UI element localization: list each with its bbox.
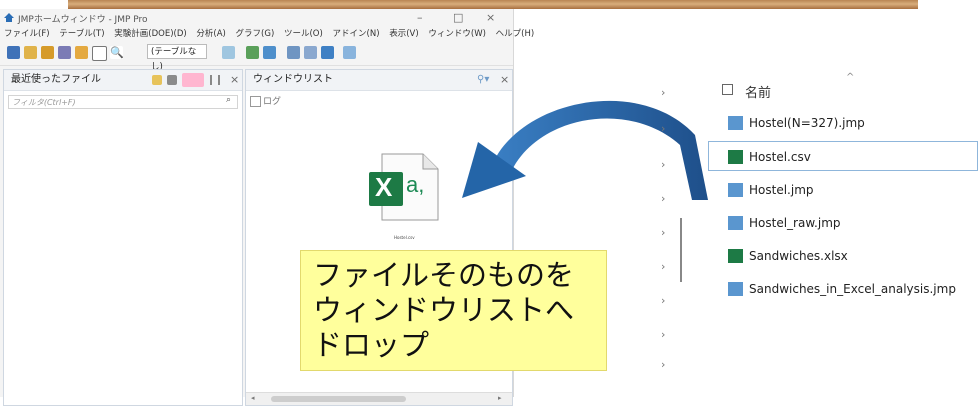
expand-chevron-icon[interactable]: › (661, 158, 665, 171)
recent-files-header: 最近使ったファイル × (4, 70, 242, 91)
maximize-button[interactable]: □ (453, 11, 463, 24)
jmp-file-icon (728, 182, 743, 197)
jmp-file-icon (728, 115, 743, 130)
instruction-callout: ファイルそのものを ウィンドウリストへ ドロップ (300, 250, 607, 371)
search-icon: ⌕ (226, 95, 232, 105)
excel-csv-icon (728, 149, 743, 164)
horizontal-scrollbar[interactable]: ◂ ▸ (246, 392, 512, 405)
file-name: Hostel.csv (749, 150, 811, 164)
expand-chevron-icon[interactable]: › (661, 358, 665, 371)
name-column-header[interactable]: 名前 (745, 82, 771, 101)
csv-glyph: a, (406, 172, 425, 197)
list-view-icon[interactable] (210, 75, 220, 85)
scroll-right-icon[interactable]: ▸ (498, 394, 502, 402)
excel-xlsx-icon (728, 248, 743, 263)
file-name: Hostel.jmp (749, 183, 814, 197)
callout-line: ウィンドウリストへ (313, 293, 575, 327)
save-icon[interactable] (58, 46, 71, 59)
dragged-file-caption: Hostel.csv (394, 235, 415, 240)
toolbar: 🔍 (テーブルなし) (0, 41, 513, 72)
file-name: Sandwiches.xlsx (749, 249, 848, 263)
close-button[interactable]: × (486, 11, 495, 24)
data-table-icon[interactable] (222, 46, 235, 59)
background-wood-strip (68, 0, 918, 9)
recent-files-title: 最近使ったファイル (11, 74, 101, 85)
callout-line: ドロップ (313, 328, 430, 362)
close-pane-icon[interactable]: × (230, 70, 239, 90)
log-icon (250, 96, 261, 107)
drag-arrow-icon (462, 100, 708, 200)
folder-icon[interactable] (152, 75, 162, 85)
file-name: Hostel_raw.jmp (749, 216, 841, 230)
expand-chevron-icon[interactable]: › (661, 122, 665, 135)
fit-y-by-x-icon[interactable] (263, 46, 276, 59)
menu-window[interactable]: ウィンドウ(W) (428, 29, 486, 39)
vertical-scrollbar-thumb[interactable] (680, 218, 682, 282)
fit-model-icon[interactable] (287, 46, 300, 59)
expand-chevron-icon[interactable]: › (661, 260, 665, 273)
dragged-file[interactable]: X a, Hostel.csv (366, 152, 446, 244)
file-name: Sandwiches_in_Excel_analysis.jmp (749, 282, 956, 296)
file-row-selected[interactable]: Hostel.csv (708, 141, 978, 171)
title-bar: JMPホームウィンドウ - JMP Pro – □ × (0, 9, 513, 27)
menu-help[interactable]: ヘルプ(H) (496, 29, 535, 39)
file-row[interactable]: Sandwiches_in_Excel_analysis.jmp (728, 274, 978, 304)
expand-chevron-icon[interactable]: › (661, 294, 665, 307)
table-select[interactable]: (テーブルなし) (147, 44, 207, 72)
expand-chevron-icon[interactable]: › (661, 86, 665, 99)
menu-file[interactable]: ファイル(F) (4, 29, 50, 39)
minimize-button[interactable]: – (417, 11, 423, 24)
window-list-title: ウィンドウリスト (253, 74, 333, 85)
log-item[interactable]: ログ (250, 94, 281, 107)
menu-table[interactable]: テーブル(T) (59, 29, 104, 39)
folder-icon[interactable] (75, 46, 88, 59)
new-script-icon[interactable] (24, 46, 37, 59)
select-all-checkbox[interactable] (722, 84, 733, 95)
file-row[interactable]: Hostel.jmp (728, 175, 978, 205)
filter-menu-icon[interactable] (182, 73, 204, 87)
multivariate-icon[interactable] (321, 46, 334, 59)
recent-files-pane: 最近使ったファイル × フィルタ(Ctrl+F) ⌕ (3, 69, 243, 406)
file-row[interactable]: Hostel(N=327).jmp (728, 108, 978, 138)
scroll-left-icon[interactable]: ◂ (251, 394, 255, 402)
graph-builder-icon[interactable] (304, 46, 317, 59)
distribution-icon[interactable] (246, 46, 259, 59)
menu-addin[interactable]: アドイン(N) (333, 29, 380, 39)
expand-chevron-icon[interactable]: › (661, 192, 665, 205)
excel-letter: X (375, 172, 393, 202)
new-table-icon[interactable] (7, 46, 20, 59)
filter-input[interactable]: フィルタ(Ctrl+F) (8, 95, 238, 109)
sort-chevron-icon[interactable]: ^ (846, 72, 854, 83)
callout-line: ファイルそのものを (313, 258, 575, 292)
menu-analyze[interactable]: 分析(A) (196, 29, 225, 39)
expand-chevron-icon[interactable]: › (661, 328, 665, 341)
menu-bar: ファイル(F) テーブル(T) 実験計画(DOE)(D) 分析(A) グラフ(G… (0, 27, 534, 41)
menu-view[interactable]: 表示(V) (389, 29, 418, 39)
menu-graph[interactable]: グラフ(G) (236, 29, 275, 39)
file-row[interactable]: Sandwiches.xlsx (728, 241, 978, 271)
file-row[interactable]: Hostel_raw.jmp (728, 208, 978, 238)
expand-chevron-icon[interactable]: › (661, 226, 665, 239)
open-icon[interactable] (41, 46, 54, 59)
search-icon[interactable]: 🔍 (110, 46, 124, 59)
menu-tools[interactable]: ツール(O) (284, 29, 323, 39)
menu-doe[interactable]: 実験計画(DOE)(D) (114, 29, 186, 39)
log-label: ログ (263, 97, 282, 107)
jmp-logo-icon (4, 13, 14, 22)
sort-icon[interactable] (167, 75, 177, 85)
copy-icon[interactable] (92, 46, 107, 61)
jmp-file-icon (728, 215, 743, 230)
control-chart-icon[interactable] (343, 46, 356, 59)
window-title: JMPホームウィンドウ - JMP Pro (18, 15, 148, 25)
jmp-file-icon (728, 281, 743, 296)
file-name: Hostel(N=327).jmp (749, 116, 865, 130)
